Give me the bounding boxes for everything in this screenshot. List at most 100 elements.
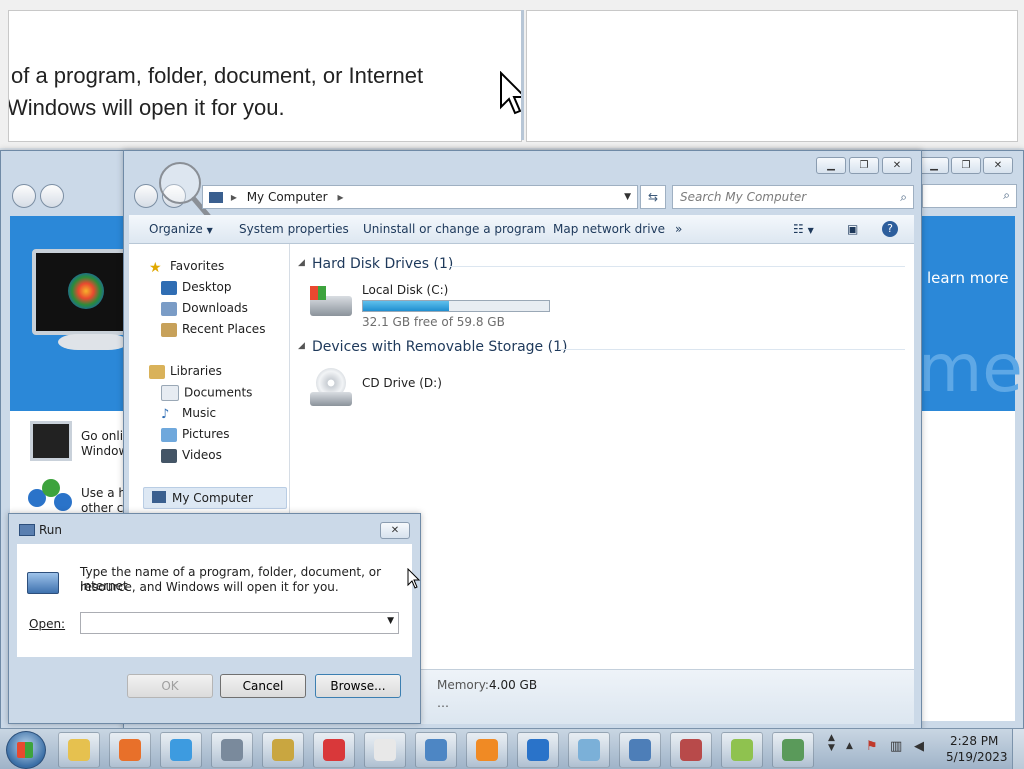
minimize-button[interactable]: ▁	[816, 157, 846, 174]
refresh-icon[interactable]: ⇆	[640, 185, 666, 209]
help-icon[interactable]: ?	[882, 221, 898, 237]
nav-recent-places[interactable]: Recent Places	[161, 322, 265, 337]
music-icon: ♪	[161, 406, 170, 422]
map-network-drive-button[interactable]: Map network drive	[553, 222, 665, 236]
libraries-icon	[149, 364, 165, 379]
desktop-icon	[161, 280, 177, 295]
taskbar-hearts-button[interactable]	[313, 732, 355, 768]
uninstall-program-button[interactable]: Uninstall or change a program	[363, 222, 546, 236]
show-desktop-button[interactable]	[1012, 729, 1024, 769]
taskbar-paint-button[interactable]	[568, 732, 610, 768]
magnifier-divider[interactable]	[521, 10, 524, 140]
taskbar-notepad-button[interactable]	[772, 732, 814, 768]
nav-libraries[interactable]: Libraries	[149, 364, 222, 379]
address-dropdown-icon[interactable]: ▼	[624, 186, 631, 208]
volume-icon[interactable]: ◀	[914, 739, 924, 754]
taskbar-explorer-button[interactable]	[58, 732, 100, 768]
nav-documents[interactable]: Documents	[161, 385, 252, 401]
bg-search-box[interactable]: ⌕	[922, 184, 1017, 208]
system-properties-button[interactable]: System properties	[239, 222, 349, 236]
cd-drive-icon[interactable]	[308, 368, 354, 410]
learn-more-link[interactable]: learn more	[927, 269, 1009, 287]
remote-desktop-icon	[425, 739, 447, 761]
drive-c-name[interactable]: Local Disk (C:)	[362, 283, 448, 297]
start-button[interactable]	[6, 731, 46, 769]
collapse-hdd-icon[interactable]: ◢	[298, 258, 305, 268]
breadcrumb-chevron-icon[interactable]: ▸	[337, 190, 343, 204]
network-icon[interactable]: ▥	[890, 739, 902, 754]
preview-pane-icon[interactable]: ▣	[847, 222, 858, 236]
show-hidden-icons-icon[interactable]: ▲	[846, 741, 853, 751]
browse-button[interactable]: Browse...	[315, 674, 401, 698]
nav-computer-selected[interactable]: My Computer	[143, 487, 287, 509]
run-body: Type the name of a program, folder, docu…	[17, 544, 412, 657]
ok-button[interactable]: OK	[127, 674, 213, 698]
more-commands-button[interactable]: »	[675, 222, 682, 236]
clock-date[interactable]: 5/19/2023	[946, 750, 1008, 764]
search-placeholder: Search My Computer	[680, 190, 807, 204]
bg-item1-line2[interactable]: Window	[81, 444, 128, 458]
mail-icon	[629, 739, 651, 761]
taskbar-media-player-button[interactable]	[466, 732, 508, 768]
nav-videos[interactable]: Videos	[161, 448, 222, 463]
search-input[interactable]: Search My Computer ⌕	[672, 185, 914, 209]
nav-music[interactable]: ♪ Music	[161, 406, 216, 422]
pictures-icon	[161, 427, 177, 442]
bg-close-button[interactable]: ✕	[983, 157, 1013, 174]
documents-icon	[161, 385, 179, 401]
nav-computer-label: My Computer	[172, 491, 253, 505]
address-bar[interactable]: ▸ My Computer ▸ ▼	[202, 185, 638, 209]
clock-time[interactable]: 2:28 PM	[950, 734, 998, 748]
collapse-removable-icon[interactable]: ◢	[298, 341, 305, 351]
taskbar-snipping-tool-button[interactable]	[670, 732, 712, 768]
open-combobox[interactable]: ▼	[80, 612, 399, 634]
run-close-button[interactable]: ✕	[380, 522, 410, 539]
media-player-icon	[476, 739, 498, 761]
taskbar-mail-button[interactable]	[619, 732, 661, 768]
group-header-hdd[interactable]: Hard Disk Drives (1)	[312, 256, 453, 272]
videos-icon	[161, 448, 177, 463]
taskbar-internet-explorer-button[interactable]	[517, 732, 559, 768]
hard-disk-icon[interactable]	[308, 284, 354, 322]
nav-pictures[interactable]: Pictures	[161, 427, 230, 442]
downloads-icon	[161, 301, 177, 316]
breadcrumb-location[interactable]: My Computer	[247, 190, 328, 204]
breadcrumb-arrow-icon[interactable]: ▸	[231, 190, 237, 204]
taskbar-remote-desktop-button[interactable]	[415, 732, 457, 768]
nav-favorites[interactable]: ★ Favorites	[149, 259, 224, 276]
taskbar-spider-solitaire-button[interactable]	[364, 732, 406, 768]
back-icon[interactable]	[12, 184, 36, 208]
calculator-icon	[221, 739, 243, 761]
action-center-icon[interactable]: ⚑	[866, 739, 878, 754]
change-view-icon[interactable]: ☷ ▼	[793, 222, 814, 236]
bg-minimize-button[interactable]: ▁	[919, 157, 949, 174]
explorer-icon	[68, 739, 90, 761]
bg-item1-line1[interactable]: Go onli	[81, 429, 123, 443]
open-label: Open:	[29, 617, 66, 631]
run-title: Run	[39, 523, 63, 537]
nav-desktop[interactable]: Desktop	[161, 280, 232, 295]
run-title-icon	[19, 524, 35, 536]
explorer-search-icon[interactable]: ⌕	[900, 186, 907, 208]
taskbar-sticky-notes-button[interactable]	[721, 732, 763, 768]
forward-icon[interactable]	[40, 184, 64, 208]
nav-downloads[interactable]: Downloads	[161, 301, 248, 316]
close-button[interactable]: ✕	[882, 157, 912, 174]
drive-d-name[interactable]: CD Drive (D:)	[362, 376, 442, 390]
taskbar-scroll-icon[interactable]: ▲ ▼	[828, 733, 835, 753]
sticky-notes-icon	[731, 739, 753, 761]
bg-maximize-button[interactable]: ❐	[951, 157, 981, 174]
memory-label: Memory:	[437, 678, 489, 692]
magnified-text-line1: of a program, folder, document, or Inter…	[11, 63, 424, 88]
group-header-removable[interactable]: Devices with Removable Storage (1)	[312, 339, 567, 355]
organize-button[interactable]: Organize ▼	[149, 222, 213, 236]
cancel-button[interactable]: Cancel	[220, 674, 306, 698]
taskbar-solitaire-king-button[interactable]	[262, 732, 304, 768]
taskbar-firefox-button[interactable]	[109, 732, 151, 768]
taskbar-calculator-button[interactable]	[211, 732, 253, 768]
recent-places-icon	[161, 322, 177, 337]
drive-c-usage-fill	[363, 301, 449, 311]
maximize-button[interactable]: ❐	[849, 157, 879, 174]
taskbar-chrome-button[interactable]	[160, 732, 202, 768]
open-dropdown-icon[interactable]: ▼	[387, 616, 394, 626]
